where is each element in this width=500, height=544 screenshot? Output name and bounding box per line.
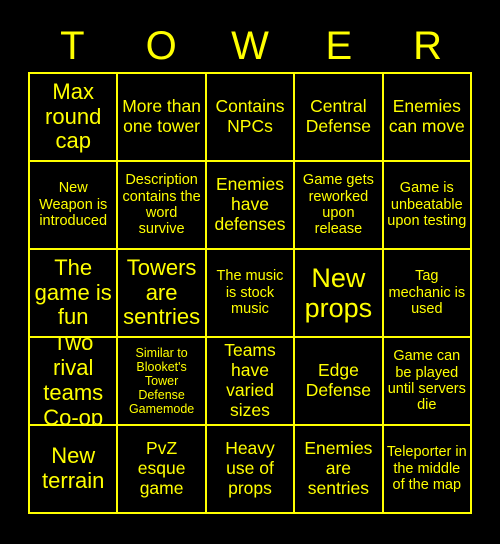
bingo-cell-r4c2[interactable]: Similar to Blooket's Tower Defense Gamem… (118, 338, 207, 426)
bingo-cell-r4c1[interactable]: Two rival teams Co-op (30, 338, 119, 426)
bingo-card: T O W E R Max round cap More than one tow… (0, 0, 500, 544)
bingo-cell-r1c5[interactable]: Enemies can move (383, 74, 472, 162)
card-title: T O W E R (28, 20, 472, 72)
bingo-cell-r5c5[interactable]: Teleporter in the middle of the map (383, 426, 472, 514)
bingo-cell-label: Enemies can move (388, 96, 465, 136)
bingo-cell-r1c1[interactable]: Max round cap (30, 74, 119, 162)
bingo-cell-label: New props (304, 262, 373, 324)
bingo-cell-label: The game is fun (34, 254, 112, 330)
bingo-cell-r4c3[interactable]: Teams have varied sizes (206, 338, 296, 426)
bingo-cell-label: Enemies are sentries (304, 438, 373, 498)
bingo-cell-r2c2[interactable]: Description contains the word survive (118, 162, 207, 250)
bingo-cell-label: The music is stock music (216, 268, 284, 318)
bingo-cell-r5c1[interactable]: New terrain (30, 426, 119, 514)
bingo-cell-r4c4[interactable]: Edge Defense (295, 338, 384, 426)
title-letter-3: W (231, 24, 269, 68)
bingo-cell-label: Teleporter in the middle of the map (386, 444, 467, 494)
bingo-cell-label: Contains NPCs (215, 96, 285, 136)
bingo-cell-r3c5[interactable]: Tag mechanic is used (383, 250, 472, 338)
bingo-cell-label: Towers are sentries (123, 254, 201, 330)
bingo-cell-r3c3[interactable]: The music is stock music (206, 250, 296, 338)
bingo-cell-label: Game can be played until servers die (387, 348, 466, 414)
bingo-cell-label: New Weapon is introduced (39, 180, 108, 230)
bingo-grid: Max round cap More than one tower Contains… (28, 72, 472, 514)
bingo-cell-r2c4[interactable]: Game gets reworked upon release (295, 162, 384, 250)
bingo-cell-r3c1[interactable]: The game is fun (30, 250, 119, 338)
bingo-cell-label: Tag mechanic is used (388, 268, 466, 318)
bingo-cell-r3c2[interactable]: Towers are sentries (118, 250, 207, 338)
bingo-cell-label: Teams have varied sizes (224, 340, 276, 420)
bingo-cell-label: More than one tower (122, 96, 201, 136)
title-letter-1: T (60, 24, 85, 68)
title-letter-5: R (413, 24, 443, 68)
bingo-cell-label: Description contains the word survive (122, 172, 201, 238)
bingo-cell-r2c5[interactable]: Game is unbeatable upon testing (383, 162, 472, 250)
title-letter-2: O (145, 24, 177, 68)
bingo-cell-r1c3[interactable]: Contains NPCs (206, 74, 296, 162)
bingo-cell-label: Edge Defense (305, 360, 371, 400)
bingo-cell-r1c2[interactable]: More than one tower (118, 74, 207, 162)
bingo-cell-label: New terrain (42, 443, 105, 493)
bingo-cell-label: PvZ esque game (137, 438, 186, 498)
bingo-cell-r2c3[interactable]: Enemies have defenses (206, 162, 296, 250)
bingo-cell-label: Game is unbeatable upon testing (387, 180, 467, 230)
bingo-cell-label: Enemies have defenses (214, 174, 286, 234)
bingo-cell-label: Heavy use of props (225, 438, 275, 498)
bingo-cell-label: Game gets reworked upon release (302, 172, 374, 238)
bingo-cell-r3c4[interactable]: New props (295, 250, 384, 338)
bingo-cell-r1c4[interactable]: Central Defense (295, 74, 384, 162)
bingo-cell-label: Two rival teams Co-op (43, 338, 104, 426)
bingo-cell-label: Central Defense (305, 96, 371, 136)
bingo-cell-r5c4[interactable]: Enemies are sentries (295, 426, 384, 514)
bingo-cell-r4c5[interactable]: Game can be played until servers die (383, 338, 472, 426)
bingo-cell-r2c1[interactable]: New Weapon is introduced (30, 162, 119, 250)
bingo-cell-r5c2[interactable]: PvZ esque game (118, 426, 207, 514)
title-letter-4: E (325, 24, 353, 68)
bingo-cell-r5c3[interactable]: Heavy use of props (206, 426, 296, 514)
bingo-cell-label: Similar to Blooket's Tower Defense Gamem… (128, 345, 195, 417)
bingo-cell-label: Max round cap (45, 78, 102, 154)
